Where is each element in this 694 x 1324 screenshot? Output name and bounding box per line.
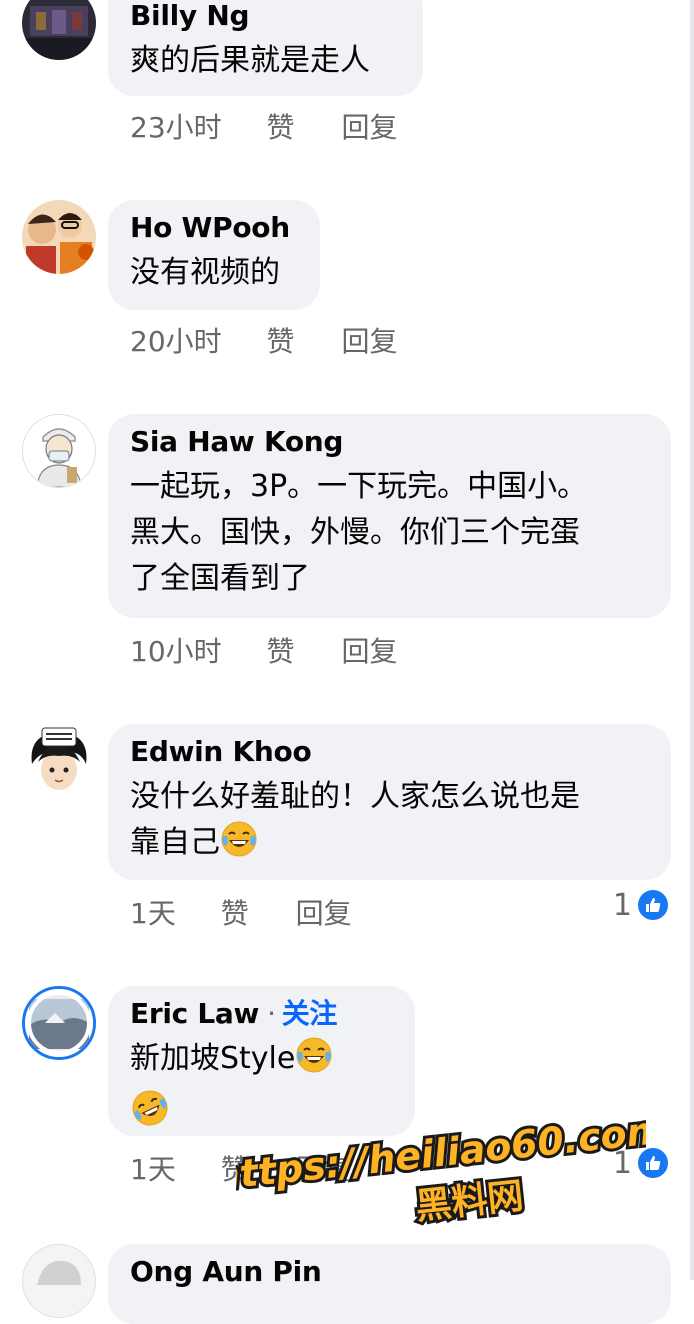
comment-text: 没有视频的: [130, 255, 280, 290]
comment-timestamp[interactable]: 23小时: [130, 108, 222, 148]
comment-actions: 10小时 赞 回复: [130, 632, 397, 672]
comment-text-line-2: [130, 1088, 393, 1142]
comment-timestamp[interactable]: 10小时: [130, 632, 222, 672]
comment-text: 爽的后果就是走人: [130, 43, 370, 78]
like-button[interactable]: 赞: [267, 322, 295, 362]
comment-timestamp[interactable]: 1天: [130, 894, 176, 934]
comment-text-line: 一起玩，3P。一下玩完。中国小。: [130, 469, 588, 504]
reply-button[interactable]: 回复: [296, 894, 352, 934]
like-button[interactable]: 赞: [221, 1150, 249, 1190]
reaction-summary[interactable]: 1: [612, 887, 670, 923]
scrollbar[interactable]: [690, 0, 694, 1280]
comment-text-line-2: 靠自己: [130, 820, 649, 872]
comment-actions: 1天 赞 回复: [130, 894, 352, 934]
avatar-eric-law[interactable]: [22, 986, 96, 1060]
reaction-count: 1: [612, 887, 632, 923]
comment-author[interactable]: Edwin Khoo: [130, 732, 649, 772]
reply-button[interactable]: 回复: [296, 1150, 352, 1190]
follow-button[interactable]: 关注: [282, 997, 338, 1030]
comment-actions: 23小时 赞 回复: [130, 108, 397, 148]
comment-text-line: 新加坡Style: [130, 1036, 393, 1088]
comment-bubble[interactable]: Ho WPooh 没有视频的: [108, 200, 320, 310]
reply-button[interactable]: 回复: [341, 632, 397, 672]
avatar-billy-ng[interactable]: [22, 0, 96, 60]
comment-author[interactable]: Eric Law: [130, 997, 259, 1030]
watermark-name: 黑料网: [414, 1176, 526, 1228]
comment-text-fragment: 靠自己: [130, 825, 220, 860]
comment-bubble[interactable]: Edwin Khoo 没什么好羞耻的！人家怎么说也是 靠自己: [108, 724, 671, 880]
comment-text-line: 没什么好羞耻的！人家怎么说也是: [130, 779, 580, 814]
thumbs-up-icon: [636, 1146, 670, 1180]
comment-actions: 20小时 赞 回复: [130, 322, 397, 362]
comment-bubble[interactable]: Ong Aun Pin: [108, 1244, 671, 1324]
comment-timestamp[interactable]: 1天: [130, 1150, 176, 1190]
avatar-edwin-khoo[interactable]: [22, 724, 96, 798]
laughing-tears-emoji-icon: [295, 1036, 333, 1088]
reaction-summary[interactable]: 1: [612, 1145, 670, 1181]
comment-author[interactable]: Ong Aun Pin: [130, 1252, 649, 1292]
comment-actions: 1天 赞 回复: [130, 1150, 352, 1190]
thumbs-up-icon: [636, 888, 670, 922]
avatar-ong-aun-pin[interactable]: [22, 1244, 96, 1318]
reply-button[interactable]: 回复: [341, 322, 397, 362]
comment-text-fragment: 新加坡Style: [130, 1041, 296, 1076]
reaction-count: 1: [612, 1145, 632, 1181]
comment-text-line: 了全国看到了: [130, 561, 310, 596]
comment-timestamp[interactable]: 20小时: [130, 322, 222, 362]
comment-bubble[interactable]: Billy Ng 爽的后果就是走人: [108, 0, 423, 96]
comment-text-line: 黑大。国快，外慢。你们三个完蛋: [130, 515, 580, 550]
rolling-laughing-emoji-icon: [130, 1088, 170, 1142]
comment-author[interactable]: Sia Haw Kong: [130, 422, 649, 462]
reply-button[interactable]: 回复: [341, 108, 397, 148]
avatar-ho-wpooh[interactable]: [22, 200, 96, 274]
separator-dot: ·: [267, 997, 276, 1030]
comment-author-row: Eric Law · 关注: [130, 994, 393, 1034]
like-button[interactable]: 赞: [221, 894, 249, 934]
comment-bubble[interactable]: Eric Law · 关注 新加坡Style: [108, 986, 415, 1136]
like-button[interactable]: 赞: [267, 108, 295, 148]
avatar-sia-haw-kong[interactable]: [22, 414, 96, 488]
comment-bubble[interactable]: Sia Haw Kong 一起玩，3P。一下玩完。中国小。 黑大。国快，外慢。你…: [108, 414, 671, 618]
comment-author[interactable]: Ho WPooh: [130, 208, 298, 248]
like-button[interactable]: 赞: [267, 632, 295, 672]
comment-author[interactable]: Billy Ng: [130, 0, 401, 36]
laughing-tears-emoji-icon: [220, 820, 258, 872]
